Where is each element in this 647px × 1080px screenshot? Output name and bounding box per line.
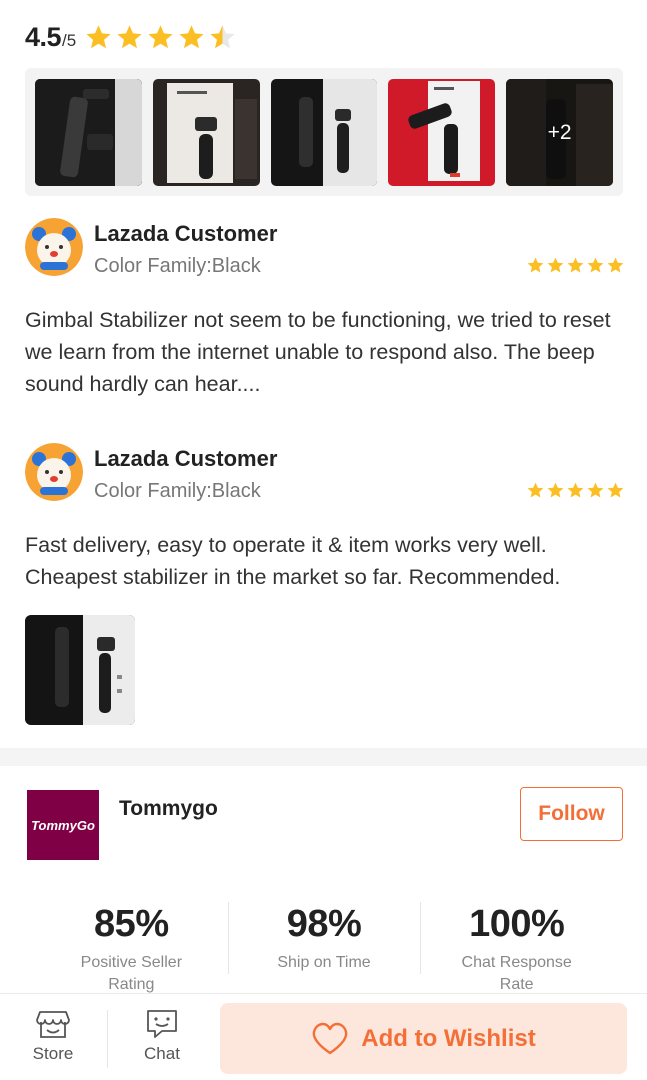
star-icon [179,25,204,49]
star-icon [527,257,544,273]
star-icon [587,482,604,498]
review-item: Lazada Customer Color Family:Black Fast … [25,443,625,603]
star-icon [547,482,564,498]
wishlist-button-label: Add to Wishlist [361,1024,536,1052]
chat-button-label: Chat [144,1044,180,1063]
stat-label: Positive Seller Rating [80,954,183,993]
stat-value: 100% [469,903,565,945]
stat-label: Ship on Time [277,954,371,971]
review-photo[interactable] [25,615,135,725]
gallery-photo-more[interactable]: +2 [506,79,613,186]
store-button[interactable]: Store [18,1008,88,1064]
avatar [25,443,83,501]
store-name[interactable]: Tommygo [119,797,218,821]
add-to-wishlist-button[interactable]: Add to Wishlist [220,1003,627,1074]
store-button-label: Store [32,1044,74,1063]
store-logo[interactable]: TommyGo [27,790,99,860]
stat-positive-rating: 85% Positive Seller Rating [35,900,228,993]
rating-score: 4.5 [25,22,62,52]
stat-ship-on-time: 98% Ship on Time [227,900,421,990]
chat-icon [147,1010,177,1038]
store-icon [36,1011,70,1038]
review-stars [526,481,625,500]
gallery-photo[interactable] [152,79,260,186]
rating-stars [84,23,239,52]
star-icon [86,25,111,49]
review-item: Lazada Customer Color Family:Black Gimba… [25,218,625,418]
more-photos-count: +2 [506,79,613,186]
rating-max: /5 [62,31,77,50]
bottom-action-bar: Store Chat Add to Wishlist [0,993,647,1080]
section-divider [0,748,647,766]
stat-chat-response: 100% Chat Response Rate [420,900,613,993]
star-icon [567,257,584,273]
rating-summary: 4.5 /5 [25,22,239,53]
stat-value: 98% [286,903,362,945]
chat-button[interactable]: Chat [127,1008,197,1064]
star-icon [117,25,142,49]
review-variant: Color Family:Black [94,255,261,277]
star-icon [148,25,173,49]
review-variant: Color Family:Black [94,480,261,502]
seller-stats: 85% Positive Seller Rating 98% Ship on T… [35,900,613,993]
bar-separator [107,1010,108,1068]
gallery-photo[interactable] [270,79,378,186]
stat-value: 85% [94,903,169,945]
follow-button[interactable]: Follow [520,787,623,841]
star-icon [607,257,624,273]
review-stars [526,256,625,275]
review-photo-gallery: +2 [25,68,623,196]
star-icon [567,482,584,498]
gallery-photo[interactable] [35,79,142,186]
reviewer-name: Lazada Customer [94,446,278,471]
star-icon [607,482,624,498]
half-star-icon [210,25,235,49]
stat-label: Chat Response Rate [461,954,572,993]
review-text: Gimbal Stabilizer not seem to be functio… [25,308,611,396]
heart-icon [312,1022,348,1054]
star-icon [587,257,604,273]
gallery-photo[interactable] [388,79,496,186]
review-text: Fast delivery, easy to operate it & item… [25,533,561,589]
avatar [25,218,83,276]
reviewer-name: Lazada Customer [94,221,278,246]
star-icon [547,257,564,273]
star-icon [527,482,544,498]
